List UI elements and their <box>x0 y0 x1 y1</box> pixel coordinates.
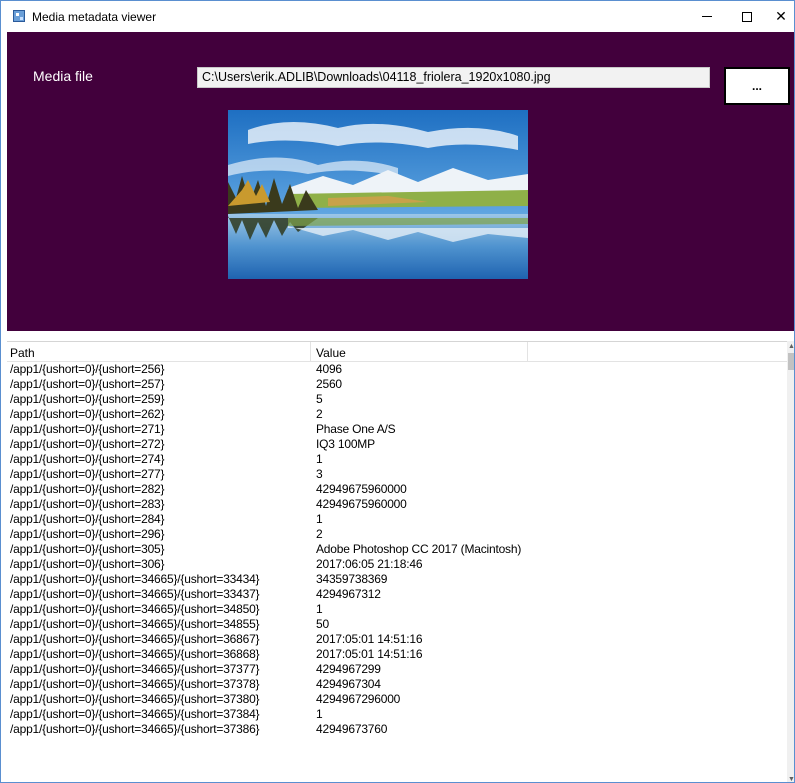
value-cell: 4294967299 <box>316 662 381 676</box>
table-row[interactable]: /app1/{ushort=0}/{ushort=34665}/{ushort=… <box>7 662 787 677</box>
value-cell: 4294967312 <box>316 587 381 601</box>
table-row[interactable]: /app1/{ushort=0}/{ushort=296} 2 <box>7 527 787 542</box>
app-icon <box>13 10 25 22</box>
value-cell: 34359738369 <box>316 572 388 586</box>
landscape-image <box>228 110 528 279</box>
table-row[interactable]: /app1/{ushort=0}/{ushort=259} 5 <box>7 392 787 407</box>
vertical-scrollbar[interactable]: ▲ ▼ <box>787 341 794 783</box>
path-cell: /app1/{ushort=0}/{ushort=272} <box>10 437 165 451</box>
table-row[interactable]: /app1/{ushort=0}/{ushort=34665}/{ushort=… <box>7 722 787 737</box>
table-row[interactable]: /app1/{ushort=0}/{ushort=262} 2 <box>7 407 787 422</box>
value-cell: Phase One A/S <box>316 422 396 436</box>
table-row[interactable]: /app1/{ushort=0}/{ushort=282} 42949675960… <box>7 482 787 497</box>
value-cell: IQ3 100MP <box>316 437 375 451</box>
path-cell: /app1/{ushort=0}/{ushort=34665}/{ushort=… <box>10 602 260 616</box>
value-cell: 42949675960000 <box>316 497 407 511</box>
table-row[interactable]: /app1/{ushort=0}/{ushort=271} Phase One A… <box>7 422 787 437</box>
path-cell: /app1/{ushort=0}/{ushort=256} <box>10 362 165 376</box>
path-cell: /app1/{ushort=0}/{ushort=34665}/{ushort=… <box>10 677 260 691</box>
value-column-header[interactable]: Value <box>312 342 528 362</box>
path-cell: /app1/{ushort=0}/{ushort=284} <box>10 512 165 526</box>
table-row[interactable]: /app1/{ushort=0}/{ushort=34665}/{ushort=… <box>7 647 787 662</box>
table-row[interactable]: /app1/{ushort=0}/{ushort=34665}/{ushort=… <box>7 692 787 707</box>
table-row[interactable]: /app1/{ushort=0}/{ushort=34665}/{ushort=… <box>7 602 787 617</box>
path-cell: /app1/{ushort=0}/{ushort=274} <box>10 452 165 466</box>
value-cell: 2017:05:01 14:51:16 <box>316 632 423 646</box>
table-row[interactable]: /app1/{ushort=0}/{ushort=284} 1 <box>7 512 787 527</box>
media-file-panel: Media file C:\Users\erik.ADLIB\Downloads… <box>7 32 794 331</box>
value-cell: 4294967304 <box>316 677 381 691</box>
table-row[interactable]: /app1/{ushort=0}/{ushort=272} IQ3 100MP <box>7 437 787 452</box>
value-cell: 1 <box>316 602 323 616</box>
table-row[interactable]: /app1/{ushort=0}/{ushort=305} Adobe Photo… <box>7 542 787 557</box>
table-row[interactable]: /app1/{ushort=0}/{ushort=34665}/{ushort=… <box>7 632 787 647</box>
value-cell: 42949673760 <box>316 722 388 736</box>
path-cell: /app1/{ushort=0}/{ushort=259} <box>10 392 165 406</box>
media-file-label: Media file <box>33 68 93 84</box>
title-bar[interactable]: Media metadata viewer ✕ <box>1 1 794 32</box>
path-cell: /app1/{ushort=0}/{ushort=34665}/{ushort=… <box>10 617 260 631</box>
value-cell: 1 <box>316 452 323 466</box>
table-row[interactable]: /app1/{ushort=0}/{ushort=306} 2017:06:05 … <box>7 557 787 572</box>
table-row[interactable]: /app1/{ushort=0}/{ushort=34665}/{ushort=… <box>7 617 787 632</box>
path-cell: /app1/{ushort=0}/{ushort=306} <box>10 557 165 571</box>
path-cell: /app1/{ushort=0}/{ushort=34665}/{ushort=… <box>10 707 260 721</box>
path-column-header[interactable]: Path <box>7 342 311 362</box>
table-header: Path Value <box>7 342 787 362</box>
value-cell: 4294967296000 <box>316 692 401 706</box>
close-icon: ✕ <box>775 8 787 25</box>
value-cell: 1 <box>316 512 323 526</box>
scroll-down-icon[interactable]: ▼ <box>787 774 794 783</box>
browse-button[interactable]: ... <box>724 67 790 105</box>
path-cell: /app1/{ushort=0}/{ushort=271} <box>10 422 165 436</box>
table-row[interactable]: /app1/{ushort=0}/{ushort=274} 1 <box>7 452 787 467</box>
table-row[interactable]: /app1/{ushort=0}/{ushort=34665}/{ushort=… <box>7 677 787 692</box>
value-cell: 4096 <box>316 362 342 376</box>
table-row[interactable]: /app1/{ushort=0}/{ushort=257} 2560 <box>7 377 787 392</box>
path-cell: /app1/{ushort=0}/{ushort=34665}/{ushort=… <box>10 647 260 661</box>
minimize-icon <box>702 16 712 17</box>
path-cell: /app1/{ushort=0}/{ushort=34665}/{ushort=… <box>10 632 260 646</box>
value-cell: Adobe Photoshop CC 2017 (Macintosh) <box>316 542 522 556</box>
path-cell: /app1/{ushort=0}/{ushort=34665}/{ushort=… <box>10 572 260 586</box>
scroll-thumb[interactable] <box>788 353 794 370</box>
app-window: Media metadata viewer ✕ Media file C:\Us… <box>0 0 795 783</box>
path-cell: /app1/{ushort=0}/{ushort=283} <box>10 497 165 511</box>
value-cell: 2 <box>316 407 323 421</box>
metadata-table[interactable]: Path Value /app1/{ushort=0}/{ushort=256}… <box>7 341 787 782</box>
value-cell: 2 <box>316 527 323 541</box>
path-cell: /app1/{ushort=0}/{ushort=34665}/{ushort=… <box>10 722 260 736</box>
value-cell: 2560 <box>316 377 342 391</box>
path-cell: /app1/{ushort=0}/{ushort=277} <box>10 467 165 481</box>
value-cell: 3 <box>316 467 323 481</box>
value-cell: 5 <box>316 392 323 406</box>
window-title: Media metadata viewer <box>32 10 157 24</box>
path-cell: /app1/{ushort=0}/{ushort=34665}/{ushort=… <box>10 662 260 676</box>
table-row[interactable]: /app1/{ushort=0}/{ushort=34665}/{ushort=… <box>7 587 787 602</box>
value-cell: 42949675960000 <box>316 482 407 496</box>
table-row[interactable]: /app1/{ushort=0}/{ushort=283} 42949675960… <box>7 497 787 512</box>
path-cell: /app1/{ushort=0}/{ushort=296} <box>10 527 165 541</box>
path-cell: /app1/{ushort=0}/{ushort=262} <box>10 407 165 421</box>
value-cell: 2017:06:05 21:18:46 <box>316 557 423 571</box>
table-row[interactable]: /app1/{ushort=0}/{ushort=34665}/{ushort=… <box>7 707 787 722</box>
media-file-path-field[interactable]: C:\Users\erik.ADLIB\Downloads\04118_frio… <box>197 67 710 88</box>
maximize-icon <box>742 11 752 22</box>
value-cell: 50 <box>316 617 329 631</box>
table-body: /app1/{ushort=0}/{ushort=256} 4096/app1/{… <box>7 362 787 737</box>
scroll-up-icon[interactable]: ▲ <box>787 341 794 351</box>
table-row[interactable]: /app1/{ushort=0}/{ushort=34665}/{ushort=… <box>7 572 787 587</box>
close-button[interactable]: ✕ <box>758 1 794 32</box>
table-row[interactable]: /app1/{ushort=0}/{ushort=277} 3 <box>7 467 787 482</box>
image-preview <box>228 110 528 279</box>
path-cell: /app1/{ushort=0}/{ushort=34665}/{ushort=… <box>10 587 260 601</box>
path-cell: /app1/{ushort=0}/{ushort=34665}/{ushort=… <box>10 692 260 706</box>
path-cell: /app1/{ushort=0}/{ushort=305} <box>10 542 165 556</box>
path-cell: /app1/{ushort=0}/{ushort=282} <box>10 482 165 496</box>
table-row[interactable]: /app1/{ushort=0}/{ushort=256} 4096 <box>7 362 787 377</box>
path-cell: /app1/{ushort=0}/{ushort=257} <box>10 377 165 391</box>
value-cell: 2017:05:01 14:51:16 <box>316 647 423 661</box>
value-cell: 1 <box>316 707 323 721</box>
